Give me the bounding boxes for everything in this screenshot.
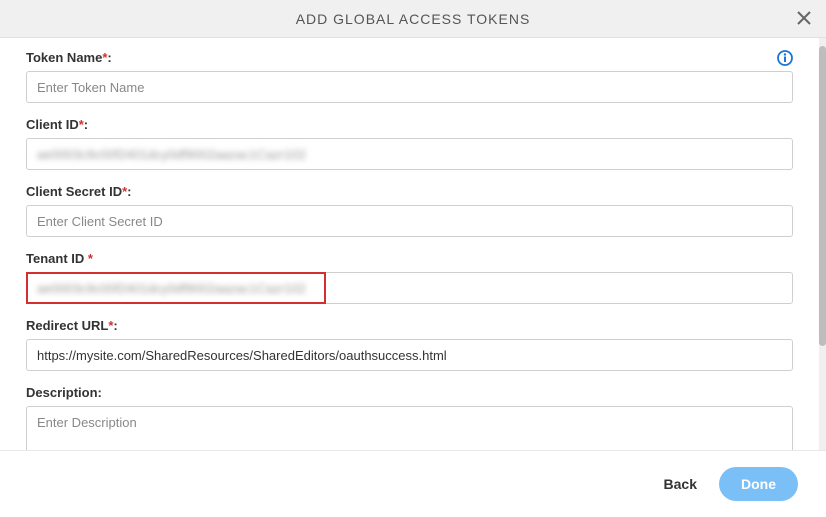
close-icon[interactable] <box>792 4 816 34</box>
client-secret-group: Client Secret ID*: <box>26 184 793 237</box>
back-button[interactable]: Back <box>660 468 701 500</box>
token-name-group: Token Name*: <box>26 50 793 103</box>
token-name-label: Token Name*: <box>26 50 793 65</box>
tenant-id-group: Tenant ID * ae0003c9c00f2401dcy0df9002aa… <box>26 251 793 304</box>
description-group: Description: <box>26 385 793 450</box>
scrollbar-thumb[interactable] <box>819 46 826 346</box>
client-secret-label: Client Secret ID*: <box>26 184 793 199</box>
content-wrapper: Token Name*: Client ID*: ae0003c9c00f240… <box>0 38 826 450</box>
dialog-footer: Back Done <box>0 450 826 516</box>
redirect-url-input[interactable] <box>26 339 793 371</box>
form-area: Token Name*: Client ID*: ae0003c9c00f240… <box>0 38 819 450</box>
redirect-url-group: Redirect URL*: <box>26 318 793 371</box>
tenant-id-label: Tenant ID * <box>26 251 793 266</box>
client-secret-input[interactable] <box>26 205 793 237</box>
done-button[interactable]: Done <box>719 467 798 501</box>
client-id-group: Client ID*: ae0003c9c00f2401dcy0df9002aa… <box>26 117 793 170</box>
description-label: Description: <box>26 385 793 400</box>
tenant-id-input[interactable]: ae0003c9c00f2401dcy0df9002aazac1Cazr102 <box>26 272 793 304</box>
description-textarea[interactable] <box>26 406 793 450</box>
client-id-label: Client ID*: <box>26 117 793 132</box>
redirect-url-label: Redirect URL*: <box>26 318 793 333</box>
token-name-input[interactable] <box>26 71 793 103</box>
scrollbar-track[interactable] <box>819 38 826 450</box>
client-id-redacted-value: ae0003c9c00f2401dcy0df9002aazac1Cazr102 <box>37 147 306 162</box>
tenant-id-redacted-value: ae0003c9c00f2401dcy0df9002aazac1Cazr102 <box>37 281 306 296</box>
dialog-header: ADD GLOBAL ACCESS TOKENS <box>0 0 826 38</box>
client-id-input[interactable]: ae0003c9c00f2401dcy0df9002aazac1Cazr102 <box>26 138 793 170</box>
dialog-title: ADD GLOBAL ACCESS TOKENS <box>296 11 531 27</box>
